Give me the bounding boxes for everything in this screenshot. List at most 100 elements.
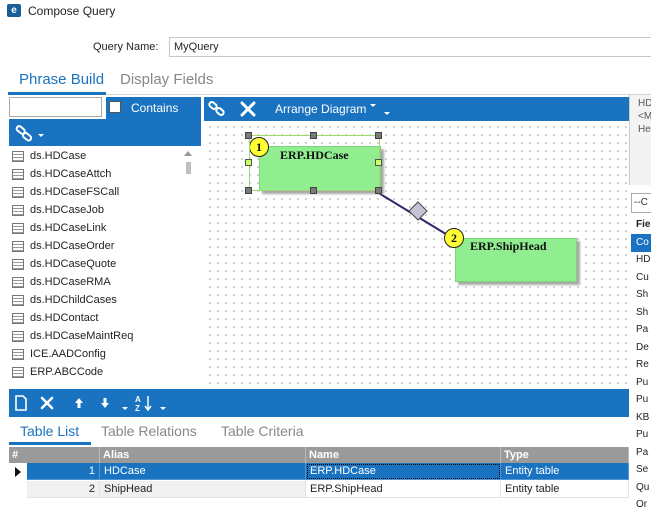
- query-text-line: <M: [638, 111, 651, 122]
- move-dropdown-caret[interactable]: [122, 407, 128, 410]
- table-list-item[interactable]: ds.HDCase: [9, 148, 184, 166]
- field-list-item[interactable]: Sh: [631, 304, 651, 322]
- field-list-item[interactable]: KB: [631, 409, 651, 427]
- resize-handle[interactable]: [245, 187, 252, 194]
- table-list-item[interactable]: ds.HDContact: [9, 310, 184, 328]
- table-list-item[interactable]: ds.HDCaseMaintReq: [9, 328, 184, 346]
- tab-phrase-build[interactable]: Phrase Build: [19, 71, 104, 88]
- resize-handle[interactable]: [375, 187, 382, 194]
- arrow-down-icon[interactable]: [100, 397, 110, 409]
- field-list-item[interactable]: Co: [631, 233, 651, 252]
- scroll-up-icon[interactable]: [184, 151, 192, 156]
- column-header-name[interactable]: Name: [306, 447, 501, 463]
- sort-dropdown-caret[interactable]: [160, 407, 166, 410]
- resize-handle[interactable]: [245, 159, 252, 166]
- resize-handle[interactable]: [245, 132, 252, 139]
- row-alias[interactable]: HDCase: [100, 463, 306, 480]
- relation-diamond-icon[interactable]: [408, 201, 428, 221]
- field-list-item[interactable]: Pa: [631, 321, 651, 339]
- delete-x-icon[interactable]: [40, 396, 54, 410]
- table-icon: [12, 151, 24, 162]
- current-row-indicator-icon: [15, 467, 21, 477]
- link-icon[interactable]: [208, 100, 226, 117]
- query-name-label: Query Name:: [93, 41, 159, 53]
- resize-handle[interactable]: [375, 132, 382, 139]
- table-icon: [12, 349, 24, 360]
- table-list-item[interactable]: ds.HDCaseLink: [9, 220, 184, 238]
- table-icon: [12, 241, 24, 252]
- resize-handle[interactable]: [310, 132, 317, 139]
- field-list-item[interactable]: Cu: [631, 269, 651, 287]
- table-list-item[interactable]: ds.HDCaseJob: [9, 202, 184, 220]
- table-list-label: ERP.ABCCode: [30, 366, 104, 378]
- table-row[interactable]: 1 HDCase ERP.HDCase Entity table: [9, 463, 629, 480]
- diagram-toolbar: [204, 97, 629, 121]
- table-list-item[interactable]: ICE.AADConfig: [9, 346, 184, 364]
- field-list-item[interactable]: HD: [631, 251, 651, 269]
- arrange-dropdown-caret[interactable]: [370, 104, 376, 107]
- table-icon: [12, 223, 24, 234]
- delete-x-icon[interactable]: [240, 101, 256, 117]
- field-list-item[interactable]: Pu: [631, 426, 651, 444]
- table-list-item[interactable]: ds.HDCaseQuote: [9, 256, 184, 274]
- table-list-item[interactable]: ds.HDCaseFSCall: [9, 184, 184, 202]
- table-list-label: ds.HDCaseMaintReq: [30, 330, 134, 342]
- field-list-item[interactable]: Or: [631, 496, 651, 511]
- table-list-item[interactable]: ds.HDCaseOrder: [9, 238, 184, 256]
- row-name[interactable]: ERP.HDCase: [306, 463, 501, 480]
- entity-name: ERP.ShipHead: [470, 239, 547, 253]
- field-list-item[interactable]: Se: [631, 461, 651, 479]
- query-text-line: HD: [638, 98, 651, 109]
- tab-table-criteria[interactable]: Table Criteria: [221, 423, 303, 439]
- field-list-item[interactable]: Pa: [631, 444, 651, 462]
- table-list-item[interactable]: ds.HDCaseAttch: [9, 166, 184, 184]
- table-list-item[interactable]: ERP.ABCCode: [9, 364, 184, 382]
- column-header-number[interactable]: #: [9, 447, 100, 463]
- scrollbar-thumb[interactable]: [186, 162, 191, 174]
- window-title: Compose Query: [28, 4, 116, 18]
- row-alias[interactable]: ShipHead: [100, 481, 306, 498]
- column-header-type[interactable]: Type: [501, 447, 629, 463]
- tab-table-list[interactable]: Table List: [20, 423, 79, 439]
- arrow-up-icon[interactable]: [74, 397, 84, 409]
- query-text-area[interactable]: HD <M He: [629, 95, 651, 185]
- contains-checkbox[interactable]: [109, 101, 121, 113]
- table-list-label: ds.HDContact: [30, 312, 99, 324]
- column-header-alias[interactable]: Alias: [100, 447, 306, 463]
- arrange-diagram-button[interactable]: Arrange Diagram: [275, 102, 366, 116]
- table-icon: [12, 187, 24, 198]
- svg-text:Z: Z: [135, 404, 140, 412]
- field-list-item[interactable]: Pu: [631, 374, 651, 392]
- field-filter-dropdown[interactable]: --C: [631, 193, 651, 213]
- table-list-label: ds.HDChildCases: [30, 294, 117, 306]
- tab-display-fields[interactable]: Display Fields: [120, 71, 213, 88]
- tab-table-relations[interactable]: Table Relations: [101, 423, 197, 439]
- field-list-item[interactable]: Qu: [631, 479, 651, 497]
- row-type[interactable]: Entity table: [501, 463, 629, 480]
- table-list-label: ds.HDCase: [30, 150, 87, 162]
- table-search-input[interactable]: [9, 97, 102, 117]
- new-doc-icon[interactable]: [14, 395, 28, 411]
- resize-handle[interactable]: [375, 159, 382, 166]
- field-list-item[interactable]: Pu: [631, 391, 651, 409]
- row-type[interactable]: Entity table: [501, 481, 629, 498]
- link-dropdown-caret[interactable]: [38, 134, 44, 137]
- table-icon: [12, 169, 24, 180]
- table-icon: [12, 259, 24, 270]
- link-icon[interactable]: [14, 124, 34, 142]
- field-list-item[interactable]: Sh: [631, 286, 651, 304]
- resize-handle[interactable]: [310, 187, 317, 194]
- query-name-input[interactable]: [169, 37, 651, 57]
- field-list-header: Fie: [636, 219, 651, 230]
- toolbar-overflow-caret[interactable]: [384, 112, 390, 115]
- field-list-item[interactable]: De: [631, 339, 651, 357]
- table-list-item[interactable]: ds.HDChildCases: [9, 292, 184, 310]
- table-list-item[interactable]: ds.HDCaseRMA: [9, 274, 184, 292]
- row-number: 2: [27, 481, 100, 498]
- row-name[interactable]: ERP.ShipHead: [306, 481, 501, 498]
- table-grid: # Alias Name Type 1 HDCase ERP.HDCase En…: [9, 447, 629, 511]
- sort-az-icon[interactable]: A Z: [134, 394, 154, 412]
- field-list-item[interactable]: Re: [631, 356, 651, 374]
- table-row[interactable]: 2 ShipHead ERP.ShipHead Entity table: [9, 481, 629, 498]
- table-icon: [12, 331, 24, 342]
